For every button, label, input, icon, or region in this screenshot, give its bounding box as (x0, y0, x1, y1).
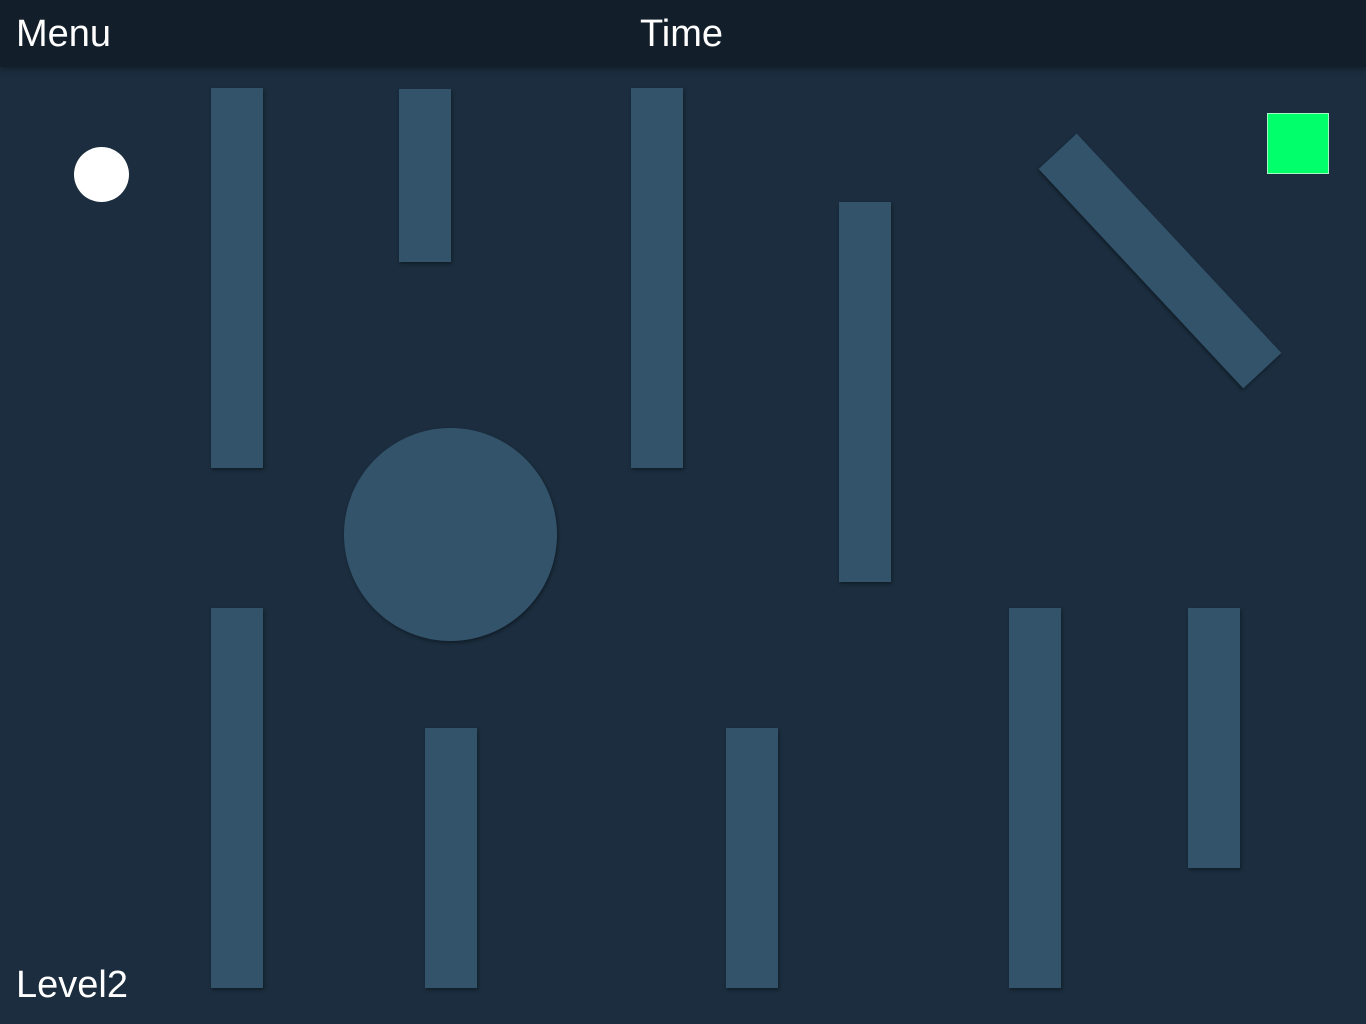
wall-obstacle (425, 728, 477, 988)
player-ball[interactable] (74, 147, 129, 202)
wall-obstacle (211, 88, 263, 468)
wall-obstacle (399, 89, 451, 262)
time-label: Time (640, 13, 724, 55)
goal-square (1267, 113, 1329, 174)
diagonal-wall-obstacle (1038, 133, 1282, 389)
wall-obstacle (1188, 608, 1240, 868)
top-bar: Menu Time (0, 0, 1366, 67)
wall-obstacle (211, 608, 263, 988)
round-obstacle (344, 428, 557, 641)
wall-obstacle (1009, 608, 1061, 988)
level-label: Level2 (16, 964, 128, 1006)
game-board[interactable]: Menu Time Level2 (0, 0, 1366, 1024)
menu-button[interactable]: Menu (16, 12, 111, 56)
wall-obstacle (631, 88, 683, 468)
wall-obstacle (726, 728, 778, 988)
wall-obstacle (839, 202, 891, 582)
